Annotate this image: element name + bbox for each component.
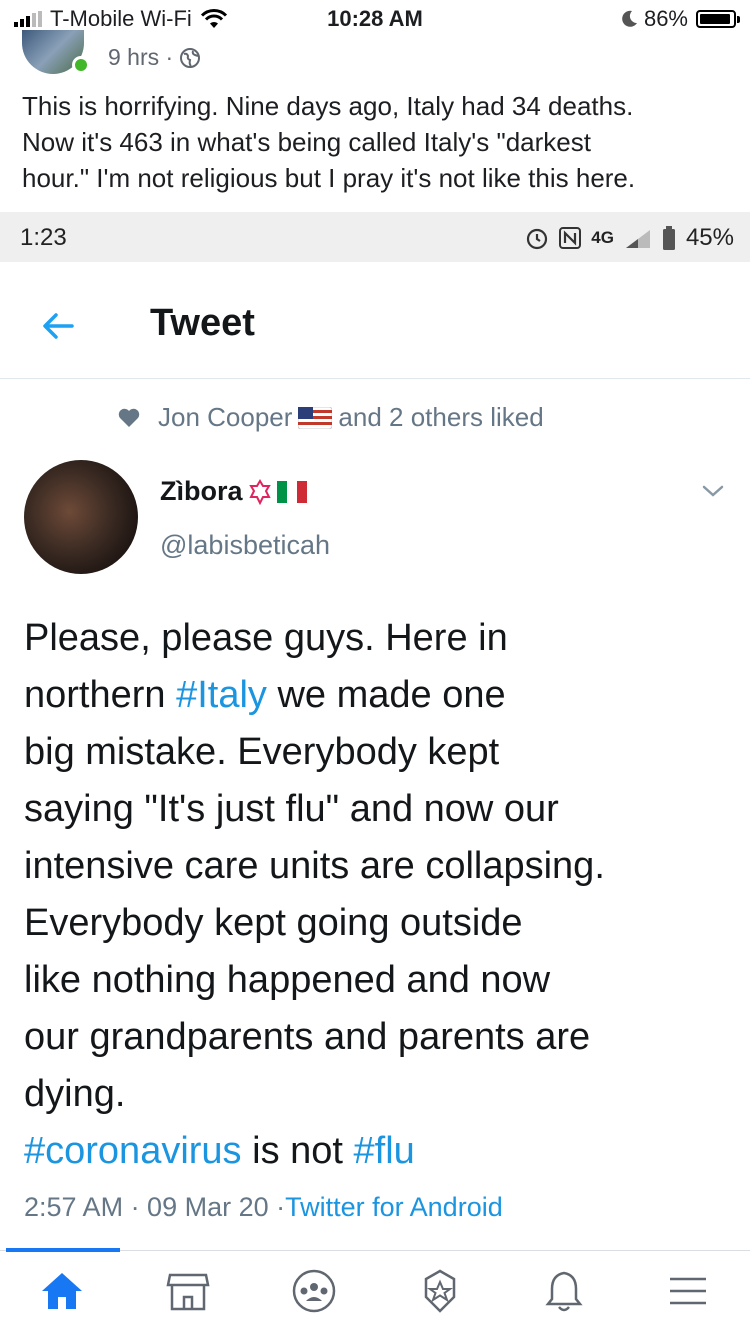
battery-percent: 86% xyxy=(643,6,688,31)
android-battery-percent: 45% xyxy=(685,224,734,251)
hashtag-link[interactable]: #coronavirus xyxy=(24,1130,242,1172)
page-title: Tweet xyxy=(150,302,255,344)
tweet-line: #coronavirus is not #flu xyxy=(24,1130,415,1172)
liker-name[interactable]: Jon Cooper xyxy=(158,402,292,433)
ios-status-bar: T-Mobile Wi-Fi 10:28 AM 86% xyxy=(0,0,750,40)
author-name-row[interactable]: Zìbora xyxy=(160,476,307,507)
heart-icon xyxy=(118,408,140,427)
cell-signal-icon xyxy=(625,230,650,248)
tweet-source-link[interactable]: Twitter for Android xyxy=(285,1192,503,1223)
author-avatar[interactable] xyxy=(24,460,138,574)
badge-icon xyxy=(248,478,271,505)
author-name[interactable]: Zìbora xyxy=(160,476,243,507)
battery-group: 86% xyxy=(620,6,740,32)
chevron-down-icon[interactable] xyxy=(700,482,726,500)
post-meta: 9 hrs · xyxy=(108,44,201,71)
italy-flag-icon xyxy=(276,480,307,503)
tweet-header: Tweet xyxy=(0,272,750,379)
active-tab-indicator xyxy=(6,1248,120,1252)
nfc-icon xyxy=(559,227,582,249)
post-text: This is horrifying. Nine days ago, Italy… xyxy=(22,91,636,193)
tweet-line: northern #Italy we made one xyxy=(24,674,506,716)
network-type: 4G xyxy=(591,228,614,247)
post-age: 9 hrs · xyxy=(108,44,174,70)
android-status-icons: 4G 45% xyxy=(525,224,734,252)
android-time: 1:23 xyxy=(20,224,67,251)
tweet-footer: 2:57 AM · 09 Mar 20 · Twitter for Androi… xyxy=(24,1192,503,1223)
us-flag-icon xyxy=(298,406,333,429)
home-icon[interactable] xyxy=(38,1267,86,1315)
hashtag-link[interactable]: #flu xyxy=(354,1130,415,1172)
do-not-disturb-icon xyxy=(622,10,637,27)
tweet-line: like nothing happened and now xyxy=(24,959,551,1001)
tweet-line: dying. xyxy=(24,1073,126,1115)
tweet-line: big mistake. Everybody kept xyxy=(24,731,500,773)
hashtag-link[interactable]: #Italy xyxy=(176,674,267,716)
tweet-text: Please, please guys. Here in northern #I… xyxy=(24,610,739,1180)
globe-icon xyxy=(180,47,201,68)
liked-others: and 2 others liked xyxy=(338,402,544,432)
author-handle[interactable]: @labisbeticah xyxy=(160,530,330,561)
android-status-bar: 1:23 4G 45% xyxy=(0,212,750,262)
tweet-line: Everybody kept going outside xyxy=(24,902,523,944)
back-arrow-icon[interactable] xyxy=(38,306,78,346)
tweet-line: Please, please guys. Here in xyxy=(24,617,508,659)
bottom-nav xyxy=(0,1248,750,1334)
tweet-timestamp: 2:57 AM · 09 Mar 20 · xyxy=(24,1192,286,1222)
battery-icon xyxy=(696,10,740,28)
alarm-icon xyxy=(527,228,548,250)
tweet-line: our grandparents and parents are xyxy=(24,1016,591,1058)
online-status-dot xyxy=(72,56,90,74)
shared-screenshot[interactable]: 1:23 4G 45% Tweet Jon Cooper and 2 other… xyxy=(0,212,750,1242)
groups-icon[interactable] xyxy=(290,1267,338,1315)
tweet-line: intensive care units are collapsing. xyxy=(24,845,605,887)
marketplace-icon[interactable] xyxy=(164,1267,212,1315)
battery-icon xyxy=(662,226,675,250)
watch-icon[interactable] xyxy=(416,1267,464,1315)
tweet-line: saying "It's just flu" and now our xyxy=(24,788,559,830)
social-context[interactable]: Jon Cooper and 2 others liked xyxy=(118,402,544,433)
menu-icon[interactable] xyxy=(664,1267,712,1315)
notifications-icon[interactable] xyxy=(540,1267,588,1315)
